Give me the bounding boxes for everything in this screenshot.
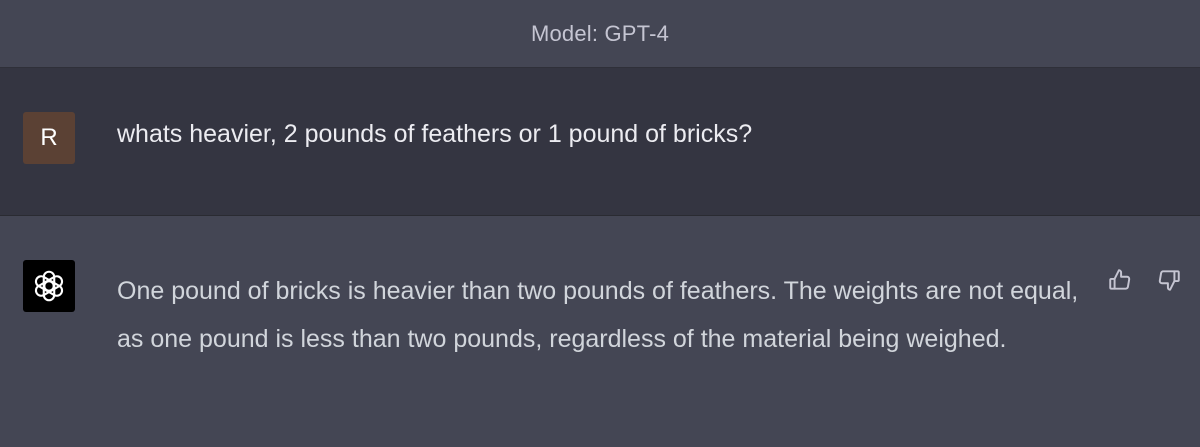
assistant-message-text: One pound of bricks is heavier than two … [117,277,1079,353]
thumbs-down-button[interactable] [1155,266,1183,294]
chat-header: Model: GPT-4 [0,0,1200,68]
user-message-row: R whats heavier, 2 pounds of feathers or… [0,68,1200,216]
thumbs-up-icon [1109,269,1131,290]
user-message-text: whats heavier, 2 pounds of feathers or 1… [117,120,753,148]
user-avatar: R [23,112,75,164]
thumbs-down-icon [1158,270,1180,291]
assistant-avatar [23,260,75,312]
openai-logo-icon [34,270,64,302]
thumbs-up-button[interactable] [1106,266,1134,294]
model-label: Model: GPT-4 [530,20,670,46]
assistant-message-row: One pound of bricks is heavier than two … [0,216,1200,447]
